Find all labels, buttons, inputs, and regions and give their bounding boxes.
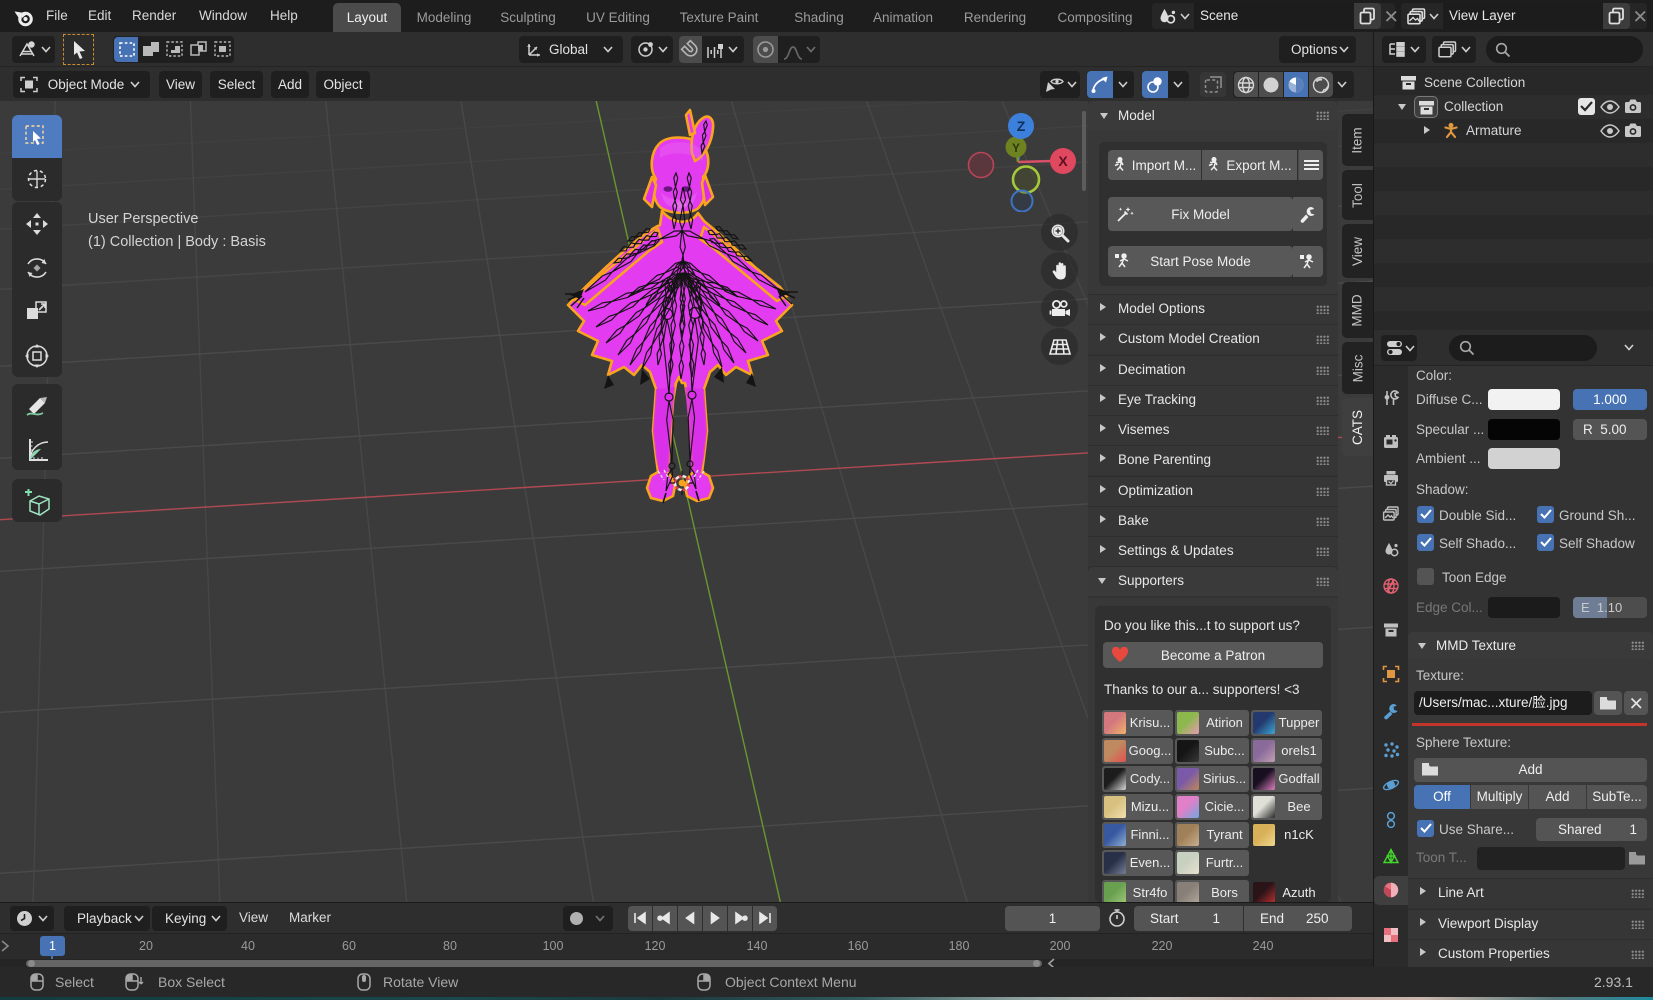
svg-text:X: X [1058, 153, 1068, 169]
svg-text:Y: Y [1012, 141, 1020, 155]
svg-text:Z: Z [1017, 118, 1026, 134]
